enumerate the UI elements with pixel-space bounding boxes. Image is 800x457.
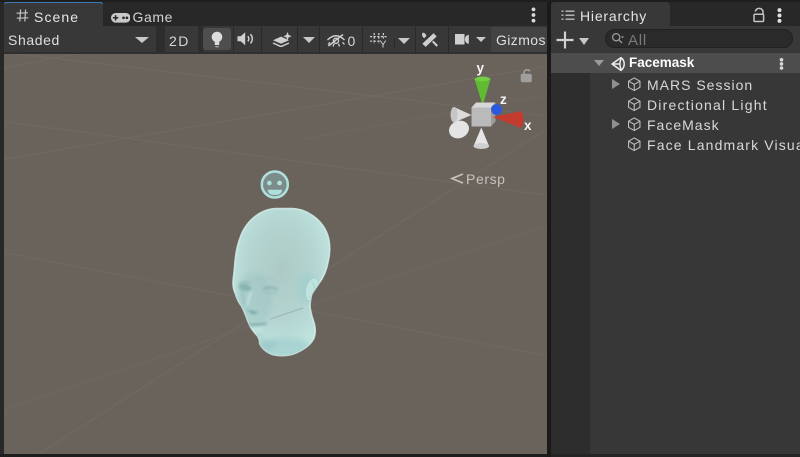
svg-text:Y: Y bbox=[380, 39, 387, 49]
svg-text:Persp: Persp bbox=[466, 171, 506, 187]
svg-text:y: y bbox=[477, 61, 485, 76]
svg-text:x: x bbox=[524, 118, 532, 133]
svg-text:z: z bbox=[500, 92, 507, 107]
